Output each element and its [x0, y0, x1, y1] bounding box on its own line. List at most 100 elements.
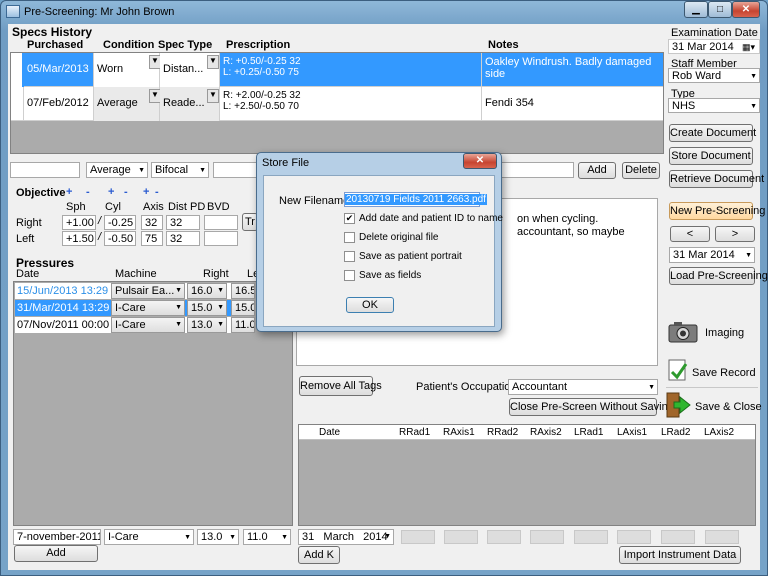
store-document-button[interactable]: Store Document — [669, 147, 753, 165]
new-specs-date-field[interactable] — [10, 162, 80, 178]
specs-row[interactable]: 07/Feb/2012 Average ▼ Reade... ▼ R: +2.0… — [11, 87, 663, 121]
left-bvd-field[interactable] — [204, 231, 238, 246]
add-pressure-button[interactable]: Add — [14, 545, 98, 562]
right-sph-field[interactable]: +1.00 — [62, 215, 96, 230]
right-bvd-field[interactable] — [204, 215, 238, 230]
maximize-icon[interactable]: □ — [708, 1, 732, 18]
calendar-icon[interactable]: ▦▾ — [742, 40, 755, 53]
k-date-picker[interactable]: 31 March 2014 ▼ — [298, 529, 394, 545]
dialog-close-icon[interactable]: ✕ — [463, 153, 497, 169]
save-record-label[interactable]: Save Record — [692, 367, 756, 379]
sph-plus-button[interactable]: + — [66, 186, 72, 198]
pressure-row[interactable]: 15/Jun/2013 13:29 Pulsair Ea... ▼ 16.0 ▼ 1… — [15, 283, 255, 299]
filename-label: New Filename: — [279, 195, 353, 207]
load-date-combo[interactable]: 31 Mar 2014 ▼ — [669, 247, 755, 263]
chevron-down-icon: ▼ — [138, 167, 145, 174]
k-value-field[interactable] — [487, 530, 521, 544]
axis-minus-button[interactable]: - — [155, 186, 159, 198]
k-value-field[interactable] — [401, 530, 435, 544]
camera-icon[interactable] — [668, 320, 698, 344]
option-checkbox[interactable] — [344, 232, 355, 243]
option-checkbox[interactable]: ✔ — [344, 213, 355, 224]
option-checkbox[interactable] — [344, 251, 355, 262]
minimize-icon[interactable]: ▁ — [684, 1, 708, 18]
chevron-down-icon: ▼ — [199, 167, 206, 174]
load-prescreening-button[interactable]: Load Pre-Screening — [669, 267, 768, 285]
left-sph-field[interactable]: +1.50 — [62, 231, 96, 246]
import-instrument-button[interactable]: Import Instrument Data — [619, 546, 741, 564]
new-prescreening-button[interactable]: New Pre-Screening — [669, 202, 765, 220]
pressure-machine-combo[interactable]: I-Care ▼ — [111, 300, 185, 316]
pressure-row[interactable]: 31/Mar/2014 13:29 I-Care ▼ 15.0 ▼ 15.0 — [15, 300, 255, 316]
pressures-grid: 15/Jun/2013 13:29 Pulsair Ea... ▼ 16.0 ▼ 1… — [13, 281, 293, 526]
history-notes-line: accountant, so maybe — [517, 226, 625, 238]
save-close-icon[interactable] — [666, 392, 692, 418]
option-label[interactable]: Save as patient portrait — [359, 251, 462, 262]
new-spec-type-combo[interactable]: Bifocal ▼ — [151, 162, 209, 178]
right-axis-field[interactable]: 32 — [141, 215, 163, 230]
pressure-row[interactable]: 07/Nov/2011 00:00 I-Care ▼ 13.0 ▼ 11.0 — [15, 317, 255, 333]
new-pressure-left-value: 11.0 — [247, 531, 268, 543]
pressure-machine-combo[interactable]: Pulsair Ea... ▼ — [111, 283, 185, 299]
axis-plus-button[interactable]: + — [143, 186, 149, 198]
right-pd-field[interactable]: 32 — [166, 215, 200, 230]
row-indicator — [11, 87, 24, 121]
chevron-down-icon[interactable]: ▼ — [207, 89, 219, 103]
new-prescription-field[interactable] — [213, 162, 261, 178]
new-condition-combo[interactable]: Average ▼ — [86, 162, 148, 178]
save-close-label[interactable]: Save & Close — [695, 401, 762, 413]
filename-input[interactable]: 20130719 Fields 2011 2663.pdf — [344, 192, 487, 207]
option-label[interactable]: Save as fields — [359, 270, 421, 281]
k-value-field[interactable] — [661, 530, 695, 544]
remove-all-tags-button[interactable]: Remove All Tags — [299, 376, 382, 396]
pressure-machine-combo[interactable]: I-Care ▼ — [111, 317, 185, 333]
occupation-label: Patient's Occupation — [416, 381, 517, 393]
left-axis-field[interactable]: 75 — [141, 231, 163, 246]
left-cyl-field[interactable]: -0.50 — [104, 231, 136, 246]
k-value-field[interactable] — [444, 530, 478, 544]
row-indicator — [11, 53, 24, 87]
close-icon[interactable]: ✕ — [732, 1, 760, 18]
specs-row[interactable]: 05/Mar/2013 Worn ▼ Distan... ▼ R: +0.50/… — [11, 53, 663, 87]
k-value-field[interactable] — [574, 530, 608, 544]
retrieve-document-button[interactable]: Retrieve Document — [669, 170, 764, 188]
pressure-left-combo[interactable]: 11.0 — [231, 317, 255, 333]
staff-member-combo[interactable]: Rob Ward ▼ — [668, 68, 760, 83]
close-without-saving-button[interactable]: Close Pre-Screen Without Saving — [509, 398, 674, 416]
option-checkbox[interactable] — [344, 270, 355, 281]
delete-specs-button[interactable]: Delete — [622, 162, 660, 179]
pressure-right-combo[interactable]: 13.0 ▼ — [187, 317, 227, 333]
exam-date-picker[interactable]: 31 Mar 2014 ▦▾ — [668, 39, 760, 54]
occupation-combo[interactable]: Accountant ▼ — [508, 379, 658, 395]
previous-prescreening-button[interactable]: < — [670, 226, 710, 242]
add-k-button[interactable]: Add K — [298, 546, 340, 564]
cyl-minus-button[interactable]: - — [124, 186, 128, 198]
new-pressure-right-combo[interactable]: 13.0 ▼ — [197, 529, 239, 545]
add-specs-button[interactable]: Add — [578, 162, 616, 179]
ok-button[interactable]: OK — [346, 297, 394, 313]
type-combo[interactable]: NHS ▼ — [668, 98, 760, 113]
k-value-field[interactable] — [705, 530, 739, 544]
option-label[interactable]: Add date and patient ID to name — [359, 213, 503, 224]
right-cyl-field[interactable]: -0.25 — [104, 215, 136, 230]
next-prescreening-button[interactable]: > — [715, 226, 755, 242]
left-pd-field[interactable]: 32 — [166, 231, 200, 246]
new-pressure-date-field[interactable]: 7-november-2011 — [13, 529, 101, 545]
pressure-right-combo[interactable]: 16.0 ▼ — [187, 283, 227, 299]
chevron-down-icon[interactable]: ▼ — [207, 55, 219, 69]
imaging-label[interactable]: Imaging — [705, 327, 744, 339]
new-pressure-machine-combo[interactable]: I-Care ▼ — [104, 529, 194, 545]
new-notes-field[interactable] — [500, 162, 574, 178]
cyl-plus-button[interactable]: + — [108, 186, 114, 198]
option-label[interactable]: Delete original file — [359, 232, 439, 243]
create-document-button[interactable]: Create Document — [669, 124, 756, 142]
save-record-icon[interactable] — [668, 358, 688, 382]
pressure-right-combo[interactable]: 15.0 ▼ — [187, 300, 227, 316]
pressure-left-combo[interactable]: 16.5 — [231, 283, 255, 299]
pressure-left-combo[interactable]: 15.0 — [231, 300, 255, 316]
chevron-down-icon: ▼ — [217, 304, 224, 311]
new-pressure-left-combo[interactable]: 11.0 ▼ — [243, 529, 291, 545]
k-value-field[interactable] — [530, 530, 564, 544]
sph-minus-button[interactable]: - — [86, 186, 90, 198]
k-value-field[interactable] — [617, 530, 651, 544]
